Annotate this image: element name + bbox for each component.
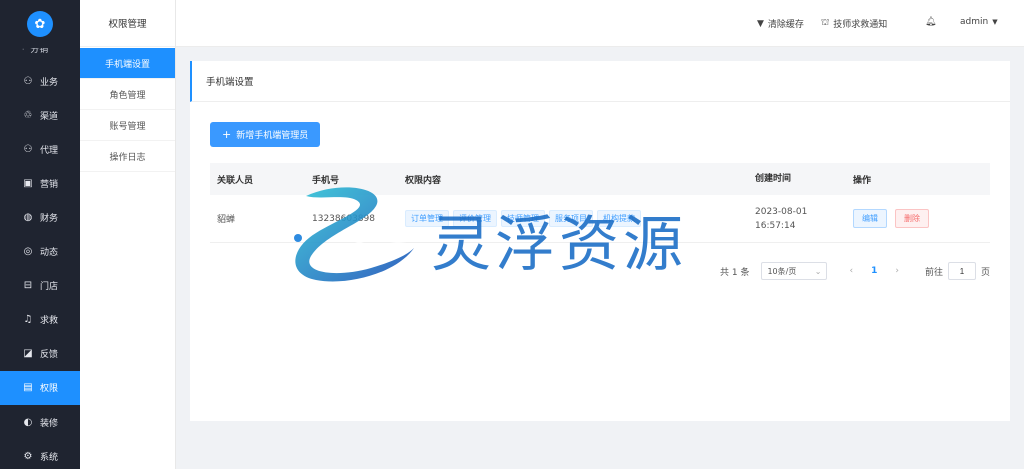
sidebar-item-label: 权限 [40, 384, 59, 395]
image-icon: ▣ [23, 177, 33, 189]
cell-actions: 编辑 删除 [848, 209, 988, 228]
total-count: 共 1 条 [720, 267, 750, 278]
person-icon: ⚇ [23, 143, 33, 155]
admin-table: 关联人员 手机号 权限内容 创建时间 操作 貂蝉 13238603898 订单管… [210, 163, 990, 243]
sidebar-item-label: 财务 [40, 213, 59, 224]
sidebar-item[interactable]: ⚇ 业务 [0, 64, 80, 98]
sidebar-item[interactable]: ⚙ 系统 [0, 439, 80, 469]
top-bar: ▼ 清除缓存 ⛫ 技师求救通知 🔔︎ admin ▼ [176, 0, 1024, 47]
sos-notice-button[interactable]: ⛫ 技师求救通知 [821, 17, 887, 30]
col-phone: 手机号 [312, 175, 340, 186]
next-page-icon[interactable]: › [895, 266, 899, 276]
sidebar-item[interactable]: ▤ 权限 [0, 370, 80, 405]
sidebar-item[interactable]: ◎ 动态 [0, 235, 80, 269]
permission-tag: 订单管理 [405, 210, 449, 227]
siren-icon: ⛫ [821, 18, 830, 28]
feedback-icon: ◪ [23, 348, 33, 360]
sidebar-item-label: 求救 [40, 316, 59, 327]
card-title: 手机端设置 [190, 61, 1010, 102]
sub-navigation: 权限管理 手机端设置 角色管理 账号管理 操作日志 [80, 0, 176, 469]
col-person: 关联人员 [217, 175, 254, 186]
sidebar-item[interactable]: ⚇ 代理 [0, 132, 80, 166]
page-number[interactable]: 1 [871, 266, 877, 276]
cell-permissions: 订单管理 评价管理 技师管理 服务项目 机构提款 [400, 210, 755, 227]
broom-icon: ▼ [757, 18, 764, 29]
col-actions: 操作 [853, 175, 872, 186]
cell-created: 2023-08-01 16:57:14 [755, 205, 848, 233]
chevron-down-icon: ⌄ [814, 266, 822, 276]
clear-cache-label: 清除缓存 [767, 20, 804, 30]
subnav-item-operation-log[interactable]: 操作日志 [80, 141, 175, 172]
sidebar-item[interactable]: ▣ 营销 [0, 166, 80, 200]
sidebar-item-label: 反馈 [40, 350, 59, 361]
username: admin [960, 17, 989, 27]
subnav-item-roles[interactable]: 角色管理 [80, 79, 175, 110]
page-size-select[interactable]: 10条/页 ⌄ [761, 262, 828, 280]
user-menu[interactable]: admin ▼ [960, 17, 998, 27]
permission-tag: 技师管理 [501, 210, 545, 227]
sos-notice-label: 技师求救通知 [833, 20, 888, 30]
notification-bell[interactable]: 🔔︎ [925, 17, 936, 27]
sidebar-item[interactable]: ⊟ 门店 [0, 269, 80, 303]
content-card: 手机端设置 + 新增手机端管理员 关联人员 手机号 权限内容 创建时间 操作 貂… [190, 61, 1010, 421]
plus-icon: + [222, 128, 232, 141]
col-created: 创建时间 [755, 174, 792, 184]
page-unit: 页 [980, 267, 990, 278]
permission-tag: 服务项目 [549, 210, 593, 227]
sidebar-item-label: 动态 [40, 248, 59, 258]
cell-person: 貂蝉 [217, 215, 236, 225]
add-button-label: 新增手机端管理员 [236, 131, 309, 141]
edit-button[interactable]: 编辑 [853, 209, 887, 228]
permission-icon: ▤ [23, 382, 33, 394]
sidebar-item[interactable]: ◪ 反馈 [0, 337, 80, 371]
subnav-item-accounts[interactable]: 账号管理 [80, 110, 175, 141]
table-header: 关联人员 手机号 权限内容 创建时间 操作 [210, 163, 990, 195]
app-logo[interactable]: ✿ [0, 0, 80, 48]
caret-down-icon: ▼ [992, 18, 998, 26]
goto-label: 前往 [924, 267, 943, 278]
created-time: 16:57:14 [755, 220, 796, 231]
main-sidebar: ⫶ 分销 ✿ ⚇ 业务 ♲ 渠道 ⚇ 代理 ▣ 营销 ◍ 财务 ◎ 动态 ⊟ 门店 ♫ 求救 ◪ 反馈 ▤ 权限 ◐ 装修… [0, 0, 80, 469]
sidebar-item[interactable]: ♫ 求救 [0, 303, 80, 337]
person-icon: ⚇ [23, 75, 33, 87]
subnav-item-mobile-settings[interactable]: 手机端设置 [80, 48, 175, 79]
page-size-value: 10条/页 [767, 266, 797, 276]
sidebar-item-label: 装修 [40, 418, 59, 429]
permission-tag: 评价管理 [453, 210, 497, 227]
compass-icon: ◎ [23, 246, 33, 257]
sidebar-item[interactable]: ◐ 装修 [0, 405, 80, 439]
recycle-icon: ♲ [23, 109, 33, 121]
sidebar-item-label: 营销 [40, 179, 59, 190]
store-icon: ⊟ [23, 280, 33, 292]
permission-tag: 机构提款 [597, 210, 641, 227]
sidebar-item-label: 代理 [40, 145, 59, 156]
sidebar-item-label: 系统 [40, 452, 59, 463]
sidebar-item-label: 渠道 [40, 111, 59, 122]
goto-page-input[interactable] [947, 262, 976, 280]
palette-icon: ◐ [23, 416, 33, 428]
sidebar-item-label: 门店 [40, 282, 59, 293]
add-mobile-admin-button[interactable]: + 新增手机端管理员 [210, 122, 321, 147]
clear-cache-button[interactable]: ▼ 清除缓存 [757, 17, 804, 31]
cell-phone: 13238603898 [312, 213, 375, 224]
prev-page-icon[interactable]: ‹ [849, 266, 853, 276]
delete-button[interactable]: 删除 [895, 209, 929, 228]
pagination: 共 1 条 10条/页 ⌄ ‹ 1 › 前往 页 [720, 261, 990, 281]
subnav-title: 权限管理 [80, 0, 175, 47]
created-date: 2023-08-01 [755, 206, 808, 217]
logo-icon: ✿ [27, 11, 53, 37]
gear-icon: ⚙ [23, 450, 33, 462]
sidebar-item[interactable]: ♲ 渠道 [0, 98, 80, 132]
sidebar-item-label: 业务 [40, 77, 59, 88]
table-row: 貂蝉 13238603898 订单管理 评价管理 技师管理 服务项目 机构提款 … [210, 195, 990, 243]
sidebar-item[interactable]: ◍ 财务 [0, 200, 80, 234]
bell-icon: ♫ [23, 314, 33, 326]
col-permissions: 权限内容 [405, 175, 442, 186]
wallet-icon: ◍ [23, 211, 33, 223]
bell-icon: 🔔︎ [925, 17, 937, 27]
